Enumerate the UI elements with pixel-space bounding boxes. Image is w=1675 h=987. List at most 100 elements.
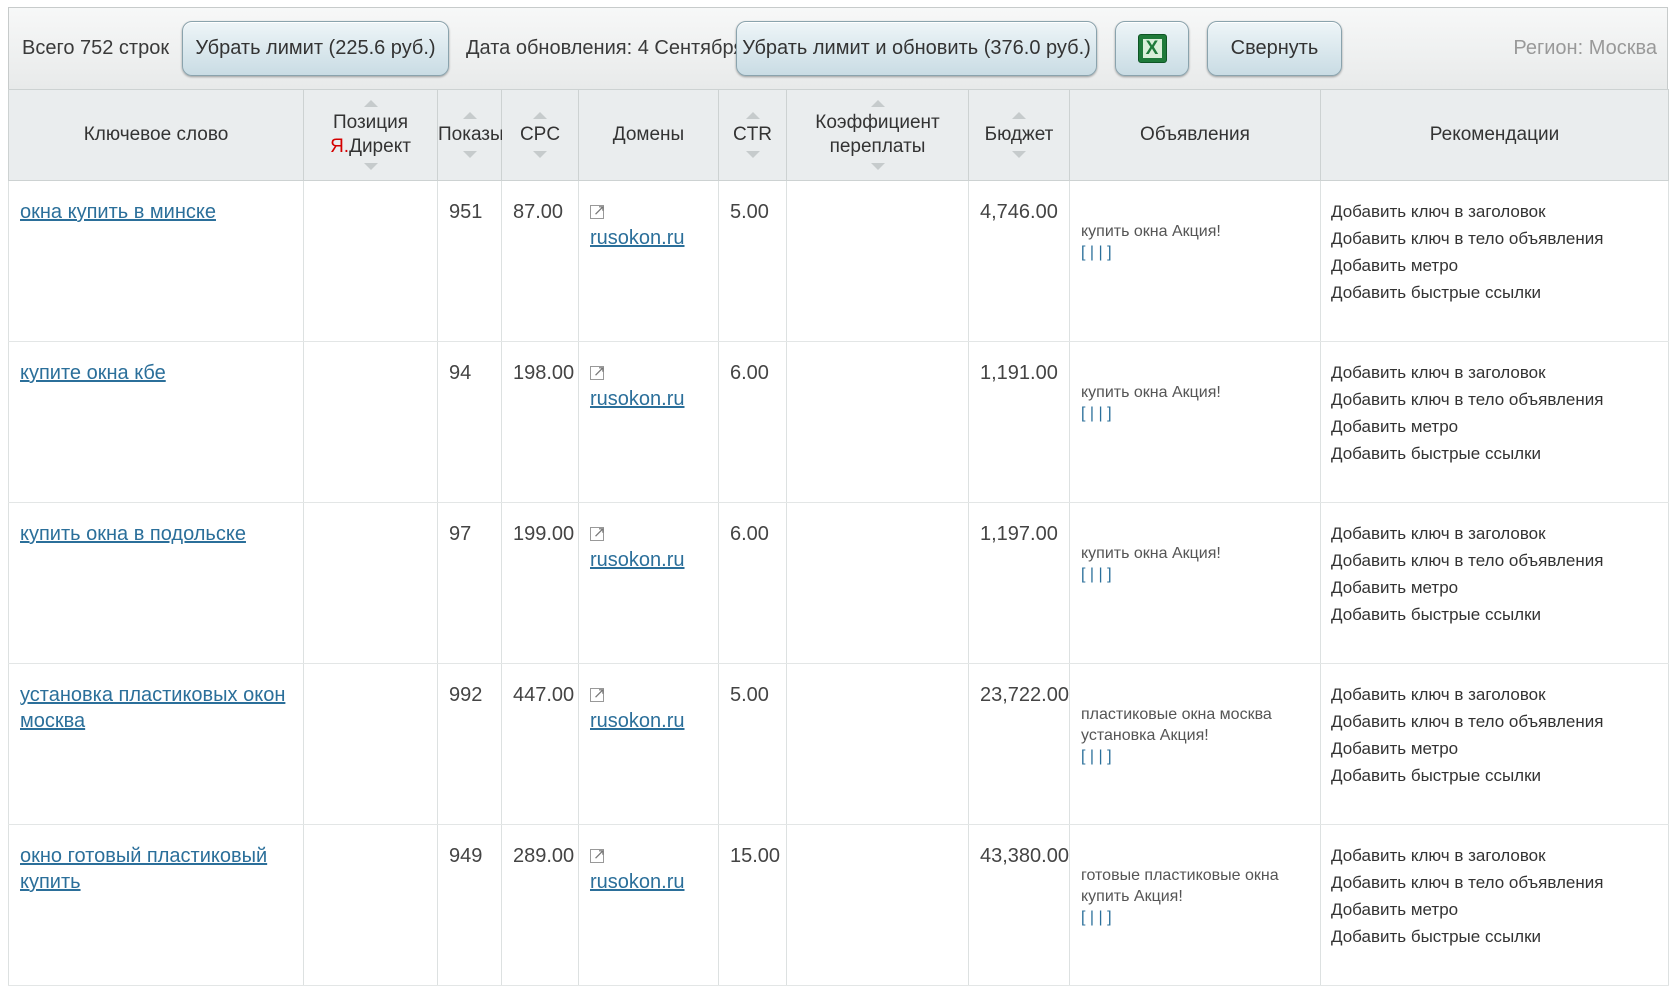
domain-link[interactable]: rusokon.ru [590, 388, 685, 410]
external-link-icon[interactable] [590, 520, 606, 546]
sort-down-icon[interactable] [745, 151, 760, 158]
shows-value: 97 [449, 523, 472, 545]
sort-up-icon[interactable] [533, 112, 547, 119]
col-position-label: Позиция [332, 112, 409, 133]
ad-sitelinks[interactable]: [ | | ] [1081, 403, 1310, 424]
ad-sitelinks[interactable]: [ | | ] [1081, 564, 1310, 585]
sort-down-icon[interactable] [533, 151, 547, 158]
ad-sitelinks[interactable]: [ | | ] [1081, 242, 1310, 263]
recommendation-item[interactable]: Добавить ключ в заголовок [1331, 198, 1660, 225]
recommendation-item[interactable]: Добавить метро [1331, 413, 1660, 440]
recommendation-item[interactable]: Добавить ключ в заголовок [1331, 681, 1660, 708]
domain-link[interactable]: rusokon.ru [590, 549, 685, 571]
budget-value: 1,191.00 [980, 362, 1058, 384]
external-link-icon[interactable] [590, 198, 606, 224]
domain-link[interactable]: rusokon.ru [590, 871, 685, 893]
excel-export-button[interactable] [1115, 21, 1189, 76]
recommendation-item[interactable]: Добавить ключ в тело объявления [1331, 869, 1660, 896]
recommendation-item[interactable]: Добавить ключ в тело объявления [1331, 225, 1660, 252]
position-value [304, 503, 437, 521]
budget-value: 1,197.00 [980, 523, 1058, 545]
recommendation-item[interactable]: Добавить метро [1331, 252, 1660, 279]
overpay-cell [786, 180, 969, 342]
ctr-value: 15.00 [730, 845, 781, 867]
col-budget-label: Бюджет [984, 124, 1054, 145]
sort-up-icon[interactable] [363, 100, 378, 107]
ad-cell: купить окна Акция! [ | | ] [1069, 341, 1321, 503]
shows-cell: 97 [437, 502, 502, 664]
shows-cell: 992 [437, 663, 502, 825]
cpc-cell: 447.00 [501, 663, 579, 825]
ad-sitelinks[interactable]: [ | | ] [1081, 746, 1310, 767]
ctr-value: 6.00 [730, 523, 769, 545]
position-cell [303, 824, 438, 986]
domain-link[interactable]: rusokon.ru [590, 227, 685, 249]
sort-down-icon[interactable] [363, 163, 378, 170]
keyword-cell: купить окна в подольске [8, 502, 304, 664]
col-ctr[interactable]: CTR [718, 89, 787, 181]
col-domains[interactable]: Домены [578, 89, 719, 181]
recommendation-item[interactable]: Добавить метро [1331, 574, 1660, 601]
col-ads: Объявления [1069, 89, 1321, 181]
sort-up-icon[interactable] [462, 112, 477, 119]
recommendation-item[interactable]: Добавить метро [1331, 735, 1660, 762]
sort-up-icon[interactable] [745, 112, 760, 119]
overpay-value [787, 342, 968, 360]
col-overpay-label: Коэффициент [815, 112, 940, 133]
overpay-value [787, 825, 968, 843]
cpc-value: 447.00 [513, 684, 575, 706]
keyword-link[interactable]: окна купить в минске [20, 201, 216, 223]
position-value [304, 664, 437, 682]
position-value [304, 825, 437, 843]
recommendation-item[interactable]: Добавить ключ в тело объявления [1331, 386, 1660, 413]
budget-cell: 4,746.00 [968, 180, 1070, 342]
cpc-value: 289.00 [513, 845, 575, 867]
recommendation-item[interactable]: Добавить быстрые ссылки [1331, 440, 1660, 467]
table-row: установка пластиковых окон москва 992 447.… [8, 663, 1669, 825]
recommendation-item[interactable]: Добавить быстрые ссылки [1331, 923, 1660, 950]
col-ads-label: Объявления [1140, 124, 1250, 145]
col-cpc[interactable]: CPC [501, 89, 579, 181]
collapse-button[interactable]: Свернуть [1207, 21, 1342, 76]
col-ctr-label: CTR [732, 124, 773, 145]
sort-down-icon[interactable] [1012, 151, 1026, 158]
col-keyword[interactable]: Ключевое слово [8, 89, 304, 181]
remove-limit-button[interactable]: Убрать лимит (225.6 руб.) [182, 21, 449, 76]
cpc-value: 87.00 [513, 201, 564, 223]
sort-down-icon[interactable] [870, 163, 885, 170]
domain-link[interactable]: rusokon.ru [590, 710, 685, 732]
cpc-cell: 198.00 [501, 341, 579, 503]
col-shows[interactable]: Показы [437, 89, 504, 181]
col-position[interactable]: Позиция Я.Директ [303, 89, 438, 181]
overpay-cell [786, 502, 969, 664]
external-link-icon[interactable] [590, 681, 606, 707]
keyword-link[interactable]: окно готовый пластиковый купить [20, 845, 267, 893]
sort-up-icon[interactable] [870, 100, 885, 107]
recommendation-item[interactable]: Добавить ключ в заголовок [1331, 842, 1660, 869]
recommendation-item[interactable]: Добавить метро [1331, 896, 1660, 923]
ctr-value: 5.00 [730, 684, 769, 706]
ctr-value: 5.00 [730, 201, 769, 223]
sort-up-icon[interactable] [1012, 112, 1026, 119]
shows-value: 949 [449, 845, 483, 867]
recommendation-item[interactable]: Добавить быстрые ссылки [1331, 762, 1660, 789]
ad-sitelinks[interactable]: [ | | ] [1081, 907, 1310, 928]
col-position-direct-label: Директ [349, 136, 411, 157]
recommendation-item[interactable]: Добавить ключ в заголовок [1331, 359, 1660, 386]
recommendation-item[interactable]: Добавить ключ в тело объявления [1331, 547, 1660, 574]
sort-down-icon[interactable] [462, 151, 477, 158]
external-link-icon[interactable] [590, 842, 606, 868]
recommendation-item[interactable]: Добавить быстрые ссылки [1331, 601, 1660, 628]
keyword-link[interactable]: купить окна в подольске [20, 523, 246, 545]
ad-cell: купить окна Акция! [ | | ] [1069, 502, 1321, 664]
remove-limit-update-button[interactable]: Убрать лимит и обновить (376.0 руб.) [736, 21, 1097, 76]
keyword-link[interactable]: купите окна кбе [20, 362, 166, 384]
yandex-ya-label: Я. [330, 136, 350, 157]
col-overpay[interactable]: Коэффициент переплаты [786, 89, 969, 181]
col-budget[interactable]: Бюджет [968, 89, 1070, 181]
recommendation-item[interactable]: Добавить ключ в заголовок [1331, 520, 1660, 547]
keyword-link[interactable]: установка пластиковых окон москва [20, 684, 285, 732]
recommendation-item[interactable]: Добавить ключ в тело объявления [1331, 708, 1660, 735]
recommendation-item[interactable]: Добавить быстрые ссылки [1331, 279, 1660, 306]
external-link-icon[interactable] [590, 359, 606, 385]
